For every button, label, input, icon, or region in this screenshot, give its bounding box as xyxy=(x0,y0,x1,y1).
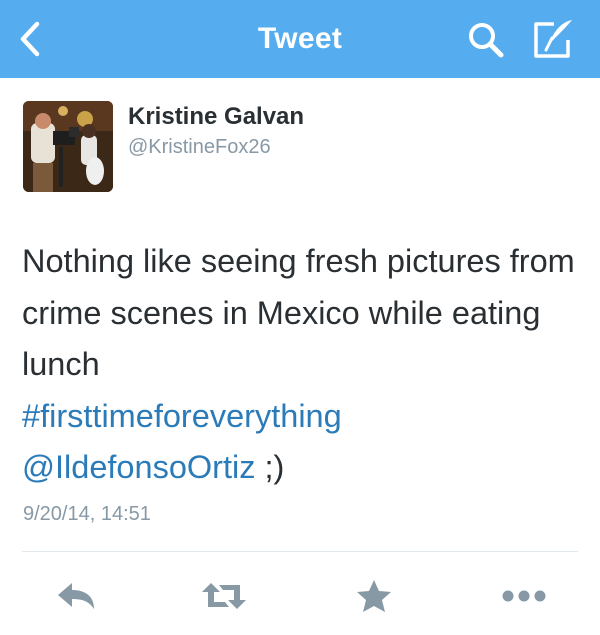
tweet-timestamp: 9/20/14, 14:51 xyxy=(23,503,151,525)
more-options-icon xyxy=(502,590,546,602)
avatar[interactable] xyxy=(23,101,113,192)
avatar-photo xyxy=(23,101,113,192)
search-button[interactable] xyxy=(462,18,510,62)
tweet-body: Nothing like seeing fresh pictures from … xyxy=(22,243,575,382)
favorite-star-icon xyxy=(357,580,391,612)
author-display-name[interactable]: Kristine Galvan xyxy=(128,103,304,131)
navigation-bar: Tweet xyxy=(0,0,600,78)
hashtag-link[interactable]: #firsttimeforeverything xyxy=(22,398,342,434)
author-handle[interactable]: @KristineFox26 xyxy=(128,136,271,159)
divider xyxy=(22,551,578,552)
reply-button[interactable] xyxy=(48,572,104,620)
page-title: Tweet xyxy=(257,22,343,55)
tweet-text: Nothing like seeing fresh pictures from … xyxy=(22,236,587,494)
retweet-button[interactable] xyxy=(196,572,252,620)
tweet-suffix: ;) xyxy=(255,449,285,485)
compose-icon xyxy=(534,20,572,58)
reply-icon xyxy=(58,583,94,609)
search-icon xyxy=(469,23,504,58)
favorite-button[interactable] xyxy=(346,572,402,620)
mention-link[interactable]: @IldefonsoOrtiz xyxy=(22,449,256,485)
more-options-button[interactable] xyxy=(496,572,552,620)
compose-button[interactable] xyxy=(528,16,580,62)
retweet-icon xyxy=(202,583,246,609)
